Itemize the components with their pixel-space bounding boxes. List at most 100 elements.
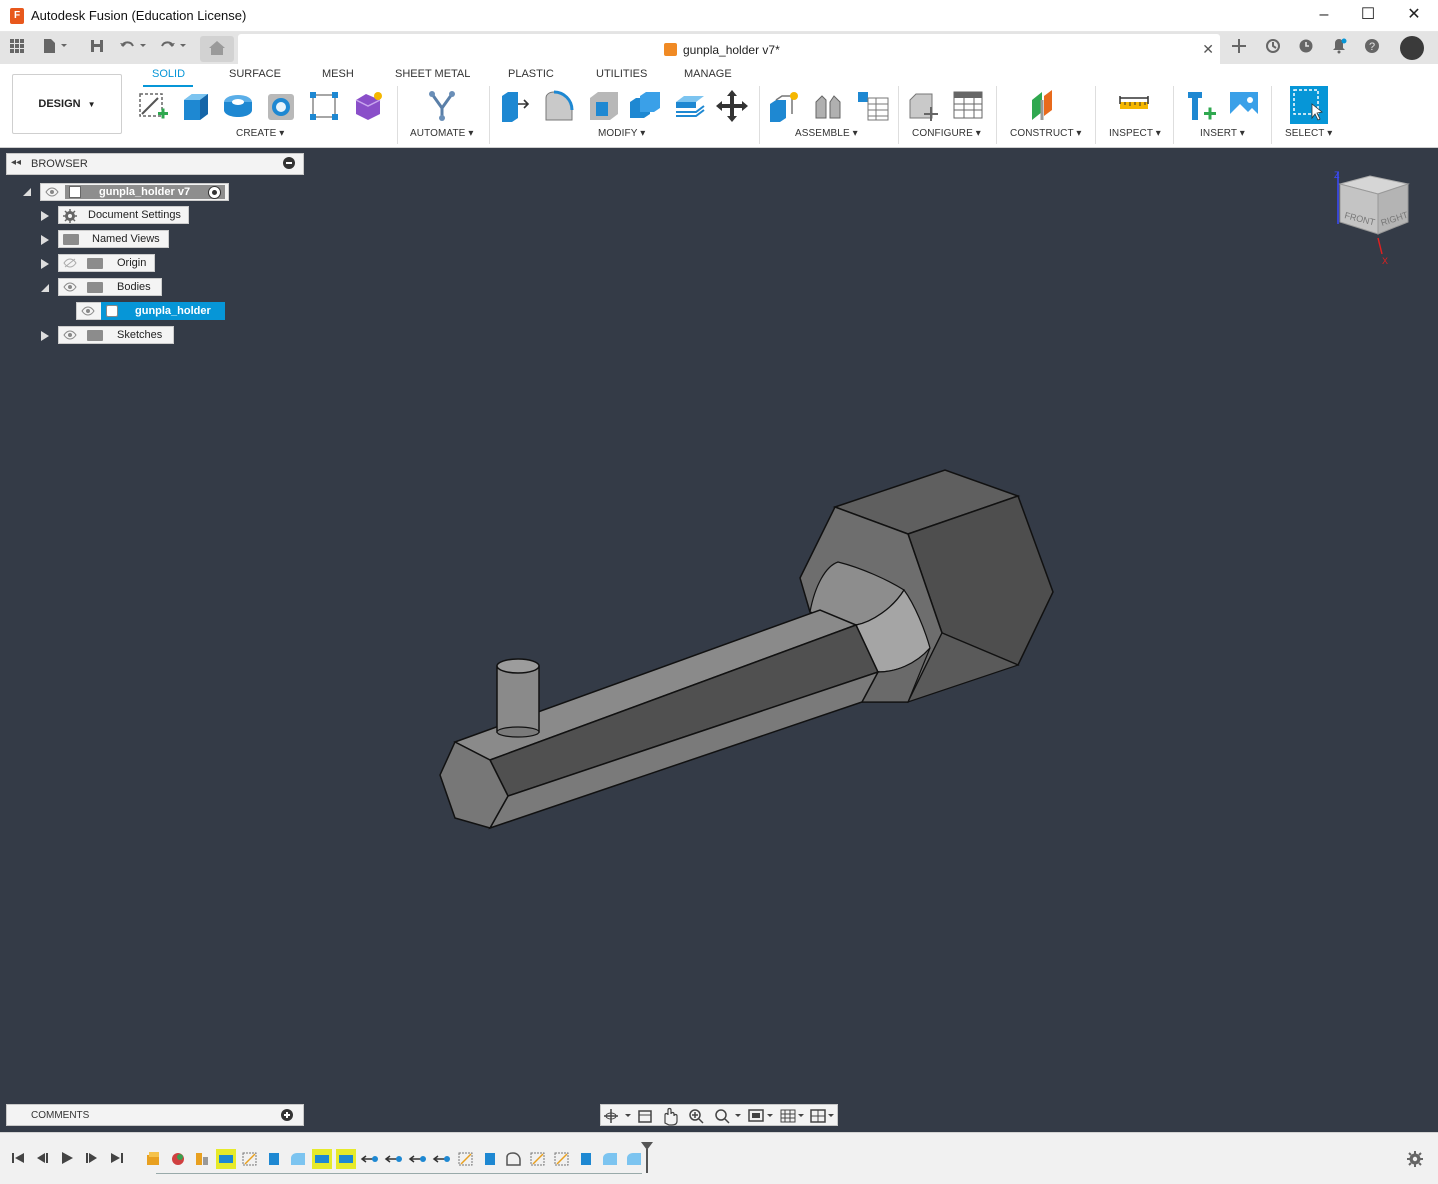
3d-viewport[interactable]: FRONT RIGHT Z X bbox=[0, 148, 1438, 1132]
browser-item-origin[interactable]: Origin bbox=[58, 254, 155, 272]
activate-radio-icon[interactable] bbox=[208, 186, 221, 199]
view-cube[interactable]: FRONT RIGHT Z X bbox=[1330, 168, 1420, 268]
pattern-icon[interactable] bbox=[306, 88, 342, 124]
close-tab-icon[interactable]: ✕ bbox=[1202, 41, 1214, 58]
group-configure[interactable]: CONFIGURE ▾ bbox=[912, 128, 981, 139]
tab-mesh[interactable]: MESH bbox=[322, 68, 354, 80]
measure-icon[interactable] bbox=[1116, 88, 1152, 124]
visibility-eye-icon[interactable] bbox=[81, 306, 95, 316]
create-form-icon[interactable] bbox=[350, 88, 386, 124]
timeline-feature-extrude-highlighted[interactable] bbox=[312, 1149, 332, 1169]
timeline-feature-extrude-icon[interactable] bbox=[576, 1149, 596, 1169]
visibility-eye-icon[interactable] bbox=[63, 282, 77, 292]
workspace-switcher[interactable]: DESIGN ▼ bbox=[12, 74, 122, 134]
redo-icon[interactable] bbox=[158, 38, 188, 58]
expand-triangle-icon[interactable] bbox=[40, 258, 50, 273]
insert-canvas-icon[interactable] bbox=[1226, 88, 1262, 124]
expand-triangle-icon[interactable] bbox=[40, 330, 50, 345]
notifications-icon[interactable] bbox=[1328, 38, 1350, 58]
visibility-eye-icon[interactable] bbox=[63, 330, 77, 340]
timeline-feature-move-icon[interactable] bbox=[408, 1149, 428, 1169]
timeline-feature-fillet-icon[interactable] bbox=[288, 1149, 308, 1169]
browser-item-sketches[interactable]: Sketches bbox=[58, 326, 174, 344]
hole-icon[interactable] bbox=[264, 88, 300, 124]
browser-panel-header[interactable]: ◂◂ BROWSER bbox=[6, 153, 304, 175]
bill-of-materials-icon[interactable] bbox=[854, 88, 890, 124]
group-assemble[interactable]: ASSEMBLE ▾ bbox=[795, 128, 858, 139]
file-menu-icon[interactable] bbox=[40, 38, 70, 58]
undo-icon[interactable] bbox=[118, 38, 148, 58]
construct-plane-icon[interactable] bbox=[1028, 88, 1064, 124]
fillet-icon[interactable] bbox=[542, 88, 578, 124]
expand-triangle-icon[interactable] bbox=[40, 210, 50, 225]
timeline-settings-gear-icon[interactable] bbox=[1406, 1150, 1424, 1168]
step-forward-icon[interactable] bbox=[84, 1150, 100, 1166]
play-icon[interactable] bbox=[59, 1150, 75, 1166]
user-avatar[interactable] bbox=[1400, 36, 1424, 60]
tab-solid[interactable]: SOLID bbox=[152, 68, 185, 80]
tab-surface[interactable]: SURFACE bbox=[229, 68, 281, 80]
save-icon[interactable] bbox=[86, 38, 108, 58]
timeline-feature-sketch-icon[interactable] bbox=[528, 1149, 548, 1169]
tab-manage[interactable]: MANAGE bbox=[684, 68, 732, 80]
job-status-icon[interactable] bbox=[1262, 38, 1284, 58]
collapse-panel-icon[interactable]: ◂◂ bbox=[11, 157, 21, 168]
group-create[interactable]: CREATE ▾ bbox=[236, 128, 284, 139]
timeline-feature-joint-icon[interactable] bbox=[192, 1149, 212, 1169]
add-comment-icon[interactable] bbox=[281, 1109, 293, 1121]
extrude-icon[interactable] bbox=[178, 88, 214, 124]
timeline-feature-move-icon[interactable] bbox=[360, 1149, 380, 1169]
new-component-icon[interactable] bbox=[766, 88, 802, 124]
timeline-feature-component-icon[interactable] bbox=[144, 1149, 164, 1169]
comments-panel[interactable]: COMMENTS bbox=[6, 1104, 304, 1126]
browser-item-document-settings[interactable]: Document Settings bbox=[58, 206, 189, 224]
joint-icon[interactable] bbox=[810, 88, 846, 124]
tab-utilities[interactable]: UTILITIES bbox=[596, 68, 647, 80]
go-to-start-icon[interactable] bbox=[10, 1150, 26, 1166]
create-sketch-icon[interactable] bbox=[136, 88, 172, 124]
group-automate[interactable]: AUTOMATE ▾ bbox=[410, 128, 473, 139]
timeline-feature-sketch-icon[interactable] bbox=[240, 1149, 260, 1169]
app-grid-icon[interactable] bbox=[6, 38, 28, 58]
browser-item-bodies[interactable]: Bodies bbox=[58, 278, 162, 296]
timeline-feature-sketch-icon[interactable] bbox=[552, 1149, 572, 1169]
home-icon[interactable] bbox=[200, 36, 234, 62]
browser-item-body-gunpla-holder[interactable]: gunpla_holder bbox=[76, 302, 225, 320]
step-back-icon[interactable] bbox=[34, 1150, 50, 1166]
gunpla-holder-model[interactable] bbox=[0, 148, 1438, 1132]
shell-icon[interactable] bbox=[586, 88, 622, 124]
insert-derive-icon[interactable] bbox=[1184, 88, 1220, 124]
new-tab-icon[interactable] bbox=[1228, 38, 1250, 58]
timeline-feature-extrude-icon[interactable] bbox=[480, 1149, 500, 1169]
timeline-feature-extrude-highlighted[interactable] bbox=[216, 1149, 236, 1169]
press-pull-icon[interactable] bbox=[498, 88, 534, 124]
revolve-icon[interactable] bbox=[220, 88, 256, 124]
maximize-icon[interactable]: ☐ bbox=[1346, 4, 1390, 28]
timeline-feature-extrude-icon[interactable] bbox=[264, 1149, 284, 1169]
group-construct[interactable]: CONSTRUCT ▾ bbox=[1010, 128, 1082, 139]
close-icon[interactable]: ✕ bbox=[1392, 4, 1436, 28]
go-to-end-icon[interactable] bbox=[109, 1150, 125, 1166]
collapse-triangle-icon[interactable] bbox=[22, 186, 32, 196]
visibility-eye-icon[interactable] bbox=[45, 187, 59, 197]
collapse-triangle-icon[interactable] bbox=[40, 282, 50, 296]
timeline-feature-move-icon[interactable] bbox=[384, 1149, 404, 1169]
timeline-feature-extrude-highlighted[interactable] bbox=[336, 1149, 356, 1169]
clock-icon[interactable] bbox=[1295, 38, 1317, 58]
minimize-panel-icon[interactable] bbox=[283, 157, 295, 169]
configuration-table-icon[interactable] bbox=[950, 88, 986, 124]
browser-item-named-views[interactable]: Named Views bbox=[58, 230, 169, 248]
automate-icon[interactable] bbox=[424, 88, 460, 124]
offset-face-icon[interactable] bbox=[672, 88, 708, 124]
document-tab[interactable]: gunpla_holder v7* ✕ bbox=[238, 34, 1220, 64]
configure-icon[interactable] bbox=[906, 88, 942, 124]
move-copy-icon[interactable] bbox=[714, 88, 750, 124]
tab-sheet-metal[interactable]: SHEET METAL bbox=[395, 68, 470, 80]
help-icon[interactable]: ? bbox=[1361, 38, 1383, 58]
hidden-eye-icon[interactable] bbox=[63, 258, 77, 268]
timeline-feature-fillet-icon[interactable] bbox=[600, 1149, 620, 1169]
group-insert[interactable]: INSERT ▾ bbox=[1200, 128, 1245, 139]
group-inspect[interactable]: INSPECT ▾ bbox=[1109, 128, 1161, 139]
tab-plastic[interactable]: PLASTIC bbox=[508, 68, 554, 80]
expand-triangle-icon[interactable] bbox=[40, 234, 50, 249]
